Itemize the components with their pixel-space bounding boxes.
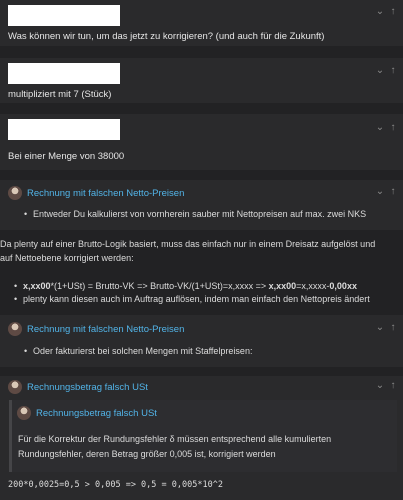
nested-quote-text: Für die Korrektur der Rundungsfehler δ m…: [18, 432, 331, 462]
formula-text-1: *(1+USt) = Brutto-VK => Brutto-VK/(1+USt…: [50, 281, 269, 291]
quote-text: Was können wir tun, um das jetzt zu korr…: [8, 31, 325, 42]
nested-quote: Rechnungsbetrag falsch USt Für die Korre…: [12, 400, 397, 472]
arrow-up-icon[interactable]: ↑: [388, 66, 398, 76]
quote-text: multipliziert mit 7 (Stück): [8, 89, 112, 100]
list-item: plenty kann diesen auch im Auftrag auflö…: [14, 294, 370, 304]
reply-title-link[interactable]: Rechnungsbetrag falsch USt: [27, 382, 148, 393]
arrow-up-icon[interactable]: ↑: [388, 323, 398, 333]
avatar: [8, 186, 22, 200]
formula-bold-3: 0,00xx: [329, 281, 357, 291]
paragraph-line-2: auf Nettoebene korrigiert werden:: [0, 253, 134, 263]
avatar: [8, 380, 22, 394]
code-snippet: 200*0,0025=0,5 > 0,005 => 0,5 = 0,005*10…: [8, 480, 223, 490]
reply-header[interactable]: Rechnung mit falschen Netto-Preisen: [8, 183, 184, 203]
quote-block-3: Bei einer Menge von 38000 ⌄ ↑: [0, 114, 403, 170]
chevron-down-icon[interactable]: ⌄: [375, 323, 385, 333]
redacted-username: [8, 63, 120, 84]
arrow-up-icon[interactable]: ↑: [388, 381, 398, 391]
quote-text: Bei einer Menge von 38000: [8, 151, 125, 162]
formula-text-2: =x,xxxx-: [296, 281, 330, 291]
chevron-down-icon[interactable]: ⌄: [375, 123, 385, 133]
arrow-up-icon[interactable]: ↑: [388, 187, 398, 197]
quote-block-2: multipliziert mit 7 (Stück) ⌄ ↑: [0, 58, 403, 103]
arrow-up-icon[interactable]: ↑: [388, 123, 398, 133]
nested-line-1: Für die Korrektur der Rundungsfehler δ m…: [18, 434, 332, 444]
chevron-down-icon[interactable]: ⌄: [375, 187, 385, 197]
quote-block-1: Was können wir tun, um das jetzt zu korr…: [0, 0, 403, 46]
formula-bold-2: x,xx00: [268, 281, 297, 291]
reply-quote-3: Rechnungsbetrag falsch USt ⌄ ↑ Rechnungs…: [0, 376, 403, 500]
redacted-username: [8, 119, 120, 140]
nested-reply-title-link[interactable]: Rechnungsbetrag falsch USt: [36, 408, 157, 419]
reply-quote-2: Rechnung mit falschen Netto-Preisen ⌄ ↑ …: [0, 315, 403, 367]
reply-title-link[interactable]: Rechnung mit falschen Netto-Preisen: [27, 188, 184, 199]
nested-reply-header[interactable]: Rechnungsbetrag falsch USt: [17, 403, 157, 423]
redacted-username: [8, 5, 120, 26]
body-paragraph: Da plenty auf einer Brutto-Logik basiert…: [0, 237, 403, 265]
formula-bold-1: x,xx00: [23, 281, 51, 291]
reply-header[interactable]: Rechnung mit falschen Netto-Preisen: [8, 319, 184, 339]
paragraph-line-1: Da plenty auf einer Brutto-Logik basiert…: [0, 239, 376, 249]
avatar: [17, 406, 31, 420]
formula-list-item: x,xx00*(1+USt) = Brutto-VK => Brutto-VK/…: [14, 281, 357, 291]
chevron-down-icon[interactable]: ⌄: [375, 381, 385, 391]
reply-header[interactable]: Rechnungsbetrag falsch USt: [8, 377, 148, 397]
nested-line-2: Rundungsfehler, deren Betrag größer 0,00…: [18, 449, 276, 459]
avatar: [8, 322, 22, 336]
list-item: Entweder Du kalkulierst von vornherein s…: [24, 209, 366, 219]
reply-quote-1: Rechnung mit falschen Netto-Preisen ⌄ ↑ …: [0, 180, 403, 230]
arrow-up-icon[interactable]: ↑: [388, 7, 398, 17]
list-item: Oder fakturierst bei solchen Mengen mit …: [24, 346, 252, 356]
chevron-down-icon[interactable]: ⌄: [375, 66, 385, 76]
reply-title-link[interactable]: Rechnung mit falschen Netto-Preisen: [27, 324, 184, 335]
chevron-down-icon[interactable]: ⌄: [375, 7, 385, 17]
